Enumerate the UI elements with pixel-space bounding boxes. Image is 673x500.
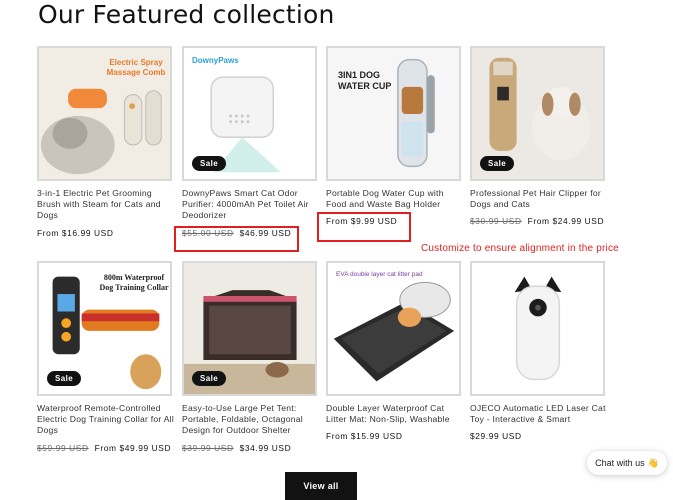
product-card[interactable]: Sale Easy-to-Use Large Pet Tent: Portabl… [182, 261, 317, 453]
chat-label: Chat with us [595, 458, 645, 468]
product-title[interactable]: Easy-to-Use Large Pet Tent: Portable, Fo… [182, 403, 320, 437]
price-current: From $15.99 USD [326, 431, 403, 442]
product-title[interactable]: Portable Dog Water Cup with Food and Was… [326, 188, 464, 210]
product-price: From $15.99 USD [326, 431, 461, 441]
product-image[interactable]: 3IN1 DOG WATER CUP [326, 46, 461, 181]
product-title[interactable]: Professional Pet Hair Clipper for Dogs a… [470, 188, 608, 210]
product-card[interactable]: DownyPaws Sale DownyPaws Smart Cat Odor … [182, 46, 317, 238]
brand-logo: DownyPaws [192, 56, 239, 65]
product-title[interactable]: Waterproof Remote-Controlled Electric Do… [37, 403, 175, 437]
price-current: From $16.99 USD [37, 227, 114, 238]
product-title[interactable]: Double Layer Waterproof Cat Litter Mat: … [326, 403, 464, 425]
product-card[interactable]: Electric Spray Massage Comb 3-in-1 Elect… [37, 46, 172, 238]
image-caption: EVA double layer cat litter pad [336, 271, 423, 278]
section-heading: Our Featured collection [38, 0, 335, 29]
price-current: From $49.99 USD [94, 442, 172, 453]
image-caption: 3IN1 DOG WATER CUP [338, 70, 392, 91]
price-current: $29.99 USD [470, 431, 522, 442]
litter-mat-image [328, 263, 459, 394]
price-current: From $24.99 USD [527, 216, 605, 227]
annotation-box-price [317, 212, 411, 242]
product-image[interactable]: Electric Spray Massage Comb [37, 46, 172, 181]
product-image[interactable]: Sale [470, 46, 605, 181]
product-price: $59.99 USD From $49.99 USD [37, 443, 172, 453]
price-compare: $30.99 USD [470, 216, 522, 227]
product-price: From $16.99 USD [37, 228, 172, 238]
price-compare: $59.99 USD [37, 442, 89, 453]
laser-cat-toy-image [472, 263, 603, 394]
product-price: $39.99 USD $34.99 USD [182, 443, 317, 453]
view-all-button[interactable]: View all [285, 472, 357, 500]
product-price: $29.99 USD [470, 431, 605, 441]
annotation-box-price [174, 226, 299, 252]
sale-badge: Sale [480, 156, 515, 171]
product-price: $30.99 USD From $24.99 USD [470, 216, 605, 226]
sale-badge: Sale [192, 371, 227, 386]
annotation-text: Customize to ensure alignment in the pri… [421, 243, 619, 254]
product-title[interactable]: DownyPaws Smart Cat Odor Purifier: 4000m… [182, 188, 320, 222]
product-image[interactable]: Sale [182, 261, 317, 396]
product-title[interactable]: 3-in-1 Electric Pet Grooming Brush with … [37, 188, 175, 222]
price-compare: $39.99 USD [182, 442, 234, 453]
sale-badge: Sale [47, 371, 82, 386]
image-caption: 800m Waterproof Dog Training Collar [99, 273, 169, 292]
product-image[interactable]: DownyPaws Sale [182, 46, 317, 181]
product-card[interactable]: OJECO Automatic LED Laser Cat Toy - Inte… [470, 261, 605, 441]
chat-widget-button[interactable]: Chat with us 👋 [587, 451, 667, 475]
product-image[interactable] [470, 261, 605, 396]
price-current: $34.99 USD [239, 442, 292, 453]
image-caption: Electric Spray Massage Comb [106, 58, 166, 77]
product-title[interactable]: OJECO Automatic LED Laser Cat Toy - Inte… [470, 403, 608, 425]
water-cup-image [328, 48, 459, 179]
product-card[interactable]: 3IN1 DOG WATER CUP Portable Dog Water Cu… [326, 46, 461, 226]
sale-badge: Sale [192, 156, 227, 171]
product-card[interactable]: EVA double layer cat litter pad Double L… [326, 261, 461, 441]
product-card[interactable]: Sale Professional Pet Hair Clipper for D… [470, 46, 605, 226]
product-card[interactable]: 800m Waterproof Dog Training Collar Sale… [37, 261, 175, 453]
product-image[interactable]: EVA double layer cat litter pad [326, 261, 461, 396]
wave-emoji-icon: 👋 [647, 457, 659, 468]
product-image[interactable]: 800m Waterproof Dog Training Collar Sale [37, 261, 172, 396]
